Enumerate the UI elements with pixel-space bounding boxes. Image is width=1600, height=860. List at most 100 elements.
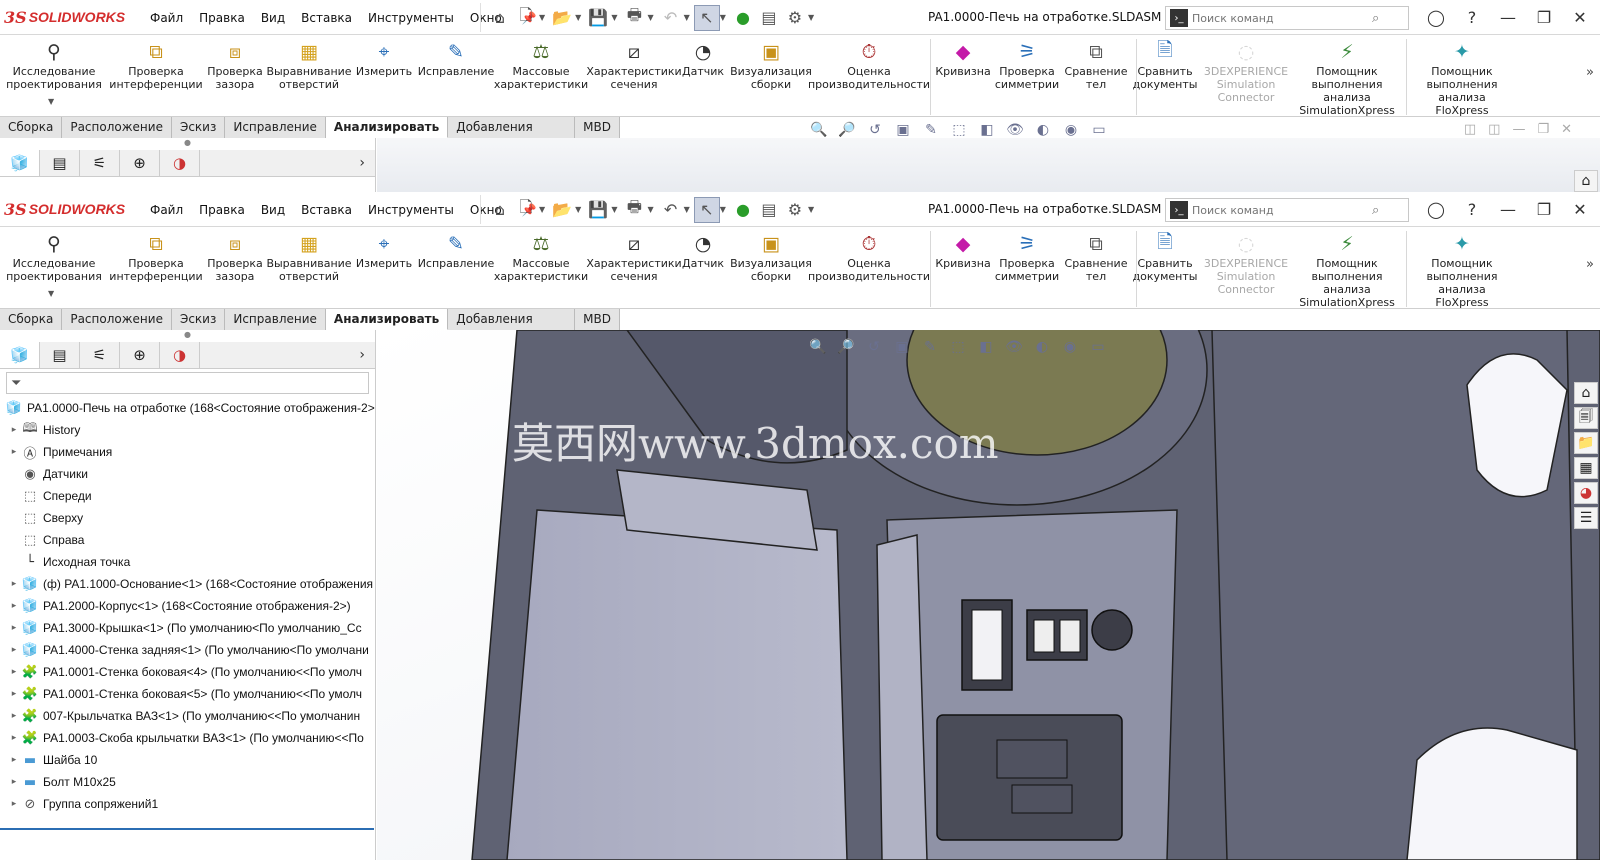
expand-arrow-icon[interactable]: ▸ xyxy=(8,667,20,677)
minimize-icon[interactable]: — xyxy=(1490,200,1526,219)
help-icon[interactable]: ? xyxy=(1454,200,1490,219)
tree-item[interactable]: ▸ 🧩 PA1.0001-Стенка боковая<5> (По умолчан… xyxy=(4,683,375,705)
ribbon-overflow-icon[interactable]: » xyxy=(1586,65,1594,80)
section-view-icon[interactable]: ▣ xyxy=(891,338,913,356)
file-properties-icon[interactable]: ▤ xyxy=(756,197,782,223)
zoom-fit-icon[interactable]: 🔍 xyxy=(808,121,830,139)
menu-insert[interactable]: Вставка xyxy=(293,11,360,25)
print-icon[interactable]: 🖶 xyxy=(621,5,647,31)
minimize-icon[interactable]: — xyxy=(1490,8,1526,27)
tree-item[interactable]: ▸ ▬ Шайба 10 xyxy=(4,749,375,771)
menu-tools[interactable]: Инструменты xyxy=(360,203,462,217)
close-icon[interactable]: ✕ xyxy=(1562,200,1598,219)
tab-3[interactable]: Исправление xyxy=(225,117,326,138)
options-icon[interactable]: ⚙ xyxy=(782,5,808,31)
ribbon-button-performance[interactable]: ⏱ Оценка производительности xyxy=(808,39,930,91)
menu-view[interactable]: Вид xyxy=(253,203,293,217)
dimxpert-tab-icon[interactable]: ⊕ xyxy=(120,150,160,176)
tree-item[interactable]: ▸ ▬ Болт М10х25 xyxy=(4,771,375,793)
chevron-down-icon[interactable]: ▼ xyxy=(720,205,726,214)
home-icon[interactable]: ⌂ xyxy=(487,197,513,223)
tree-item[interactable]: ▸ 🧩 PA1.0003-Скоба крыльчатки ВАЗ<1> (По у… xyxy=(4,727,375,749)
select-icon[interactable]: ↖ xyxy=(693,4,720,31)
configuration-tab-icon[interactable]: ⚟ xyxy=(80,150,120,176)
chevron-down-icon[interactable]: ▼ xyxy=(539,13,545,22)
tab-4[interactable]: Анализировать xyxy=(325,309,449,330)
feature-tree-tab-icon[interactable]: 🧊 xyxy=(0,150,40,176)
ribbon-button-fix[interactable]: ✎ Исправление xyxy=(418,39,495,78)
ribbon-button-fix[interactable]: ✎ Исправление xyxy=(418,231,495,270)
expand-arrow-icon[interactable]: ▸ xyxy=(8,579,20,589)
tree-item[interactable]: ▸ 🧩 PA1.0001-Стенка боковая<4> (По умолчан… xyxy=(4,661,375,683)
view-orientation-icon[interactable]: ⬚ xyxy=(948,121,970,139)
menu-edit[interactable]: Правка xyxy=(191,11,253,25)
dynamic-annotation-icon[interactable]: ✎ xyxy=(920,121,942,139)
chevron-right-icon[interactable]: › xyxy=(359,347,365,363)
tab-0[interactable]: Сборка xyxy=(0,309,63,330)
help-icon[interactable]: ? xyxy=(1454,8,1490,27)
expand-arrow-icon[interactable]: ▸ xyxy=(8,777,20,787)
chevron-down-icon[interactable]: ▼ xyxy=(539,205,545,214)
appearance-icon[interactable]: ◐ xyxy=(1031,338,1053,356)
chevron-down-icon[interactable]: ▼ xyxy=(808,13,814,22)
tree-item[interactable]: ⬚ Справа xyxy=(4,529,375,551)
chevron-down-icon[interactable]: ▼ xyxy=(48,289,54,298)
grip-icon[interactable]: ● xyxy=(0,330,375,342)
view-settings-icon[interactable]: ▭ xyxy=(1088,121,1110,139)
search-input[interactable] xyxy=(1192,11,1372,25)
undo-icon[interactable]: ↶ xyxy=(658,5,684,31)
zoom-area-icon[interactable]: 🔎 xyxy=(836,121,858,139)
ribbon-button-sensor[interactable]: ◔ Датчик xyxy=(682,231,724,270)
tree-item[interactable]: ⬚ Спереди xyxy=(4,485,375,507)
close-icon[interactable]: ✕ xyxy=(1562,8,1598,27)
tree-item[interactable]: ▸ 🧊 (ф) PA1.1000-Основание<1> (168<Состоян… xyxy=(4,573,375,595)
ribbon-button-3dx[interactable]: ◌ 3DEXPERIENCE Simulation Connector xyxy=(1204,39,1288,104)
tree-item[interactable]: ▸ 🧊 PA1.2000-Корпус<1> (168<Состояние отоб… xyxy=(4,595,375,617)
ribbon-button-mass[interactable]: ⚖ Массовые характеристики xyxy=(494,39,588,91)
previous-view-icon[interactable]: ↺ xyxy=(863,338,885,356)
tree-item[interactable]: ▸ 🧩 007-Крыльчатка ВАЗ<1> (По умолчанию<<П… xyxy=(4,705,375,727)
configuration-tab-icon[interactable]: ⚟ xyxy=(80,342,120,368)
ribbon-button-hole-align[interactable]: ▦ Выравнивание отверстий xyxy=(266,231,351,283)
expand-arrow-icon[interactable]: ▸ xyxy=(8,645,20,655)
command-search[interactable]: ›_ ⌕ xyxy=(1165,6,1409,30)
hide-show-icon[interactable]: 👁 xyxy=(1003,338,1025,356)
rebuild-icon[interactable]: ● xyxy=(730,5,756,31)
tab-5[interactable]: Добавления SOLIDWORKS xyxy=(448,117,576,154)
ribbon-button-symmetry[interactable]: ⚞ Проверка симметрии xyxy=(995,39,1059,91)
display-style-icon[interactable]: ◧ xyxy=(975,338,997,356)
open-icon[interactable]: 📂 xyxy=(549,197,575,223)
menu-file[interactable]: Файл xyxy=(142,11,191,25)
hide-show-icon[interactable]: 👁 xyxy=(1004,121,1026,139)
view-palette-icon[interactable]: ▦ xyxy=(1574,457,1598,479)
rebuild-icon[interactable]: ● xyxy=(730,197,756,223)
menu-insert[interactable]: Вставка xyxy=(293,203,360,217)
display-manager-tab-icon[interactable]: ◑ xyxy=(160,342,200,368)
menu-tools[interactable]: Инструменты xyxy=(360,11,462,25)
ribbon-button-mass[interactable]: ⚖ Массовые характеристики xyxy=(494,231,588,283)
chevron-down-icon[interactable]: ▼ xyxy=(720,13,726,22)
appearance-icon[interactable]: ◐ xyxy=(1032,121,1054,139)
tree-item[interactable]: └ Исходная точка xyxy=(4,551,375,573)
chevron-down-icon[interactable]: ▼ xyxy=(575,13,581,22)
ribbon-button-compare-bodies[interactable]: ⧉ Сравнение тел xyxy=(1065,231,1128,283)
print-icon[interactable]: 🖶 xyxy=(621,197,647,223)
tab-6[interactable]: MBD xyxy=(575,309,620,330)
ribbon-button-simxpress[interactable]: ⚡ Помощник выполнения анализа SimulationX… xyxy=(1288,39,1406,117)
view-orientation-icon[interactable]: ⬚ xyxy=(947,338,969,356)
appearances-icon[interactable]: ◕ xyxy=(1574,482,1598,504)
ribbon-button-clearance[interactable]: ⧈ Проверка зазора xyxy=(205,39,265,91)
tab-1[interactable]: Расположение xyxy=(62,309,172,330)
viewport-top[interactable]: ⌂ xyxy=(377,138,1600,192)
expand-arrow-icon[interactable]: ▸ xyxy=(8,755,20,765)
restore-icon[interactable]: ❐ xyxy=(1526,200,1562,219)
tree-item[interactable]: ▸ Ⓐ Примечания xyxy=(4,441,375,463)
ribbon-button-measure[interactable]: ⌖ Измерить xyxy=(356,231,412,270)
open-icon[interactable]: 📂 xyxy=(549,5,575,31)
ribbon-button-compare-docs[interactable]: 🗎 Сравнить документы xyxy=(1133,39,1198,91)
tree-item[interactable]: ◉ Датчики xyxy=(4,463,375,485)
tile-left-icon[interactable]: ◫ xyxy=(1464,122,1476,137)
ribbon-button-performance[interactable]: ⏱ Оценка производительности xyxy=(808,231,930,283)
undo-icon[interactable]: ↶ xyxy=(658,197,684,223)
tab-3[interactable]: Исправление xyxy=(225,309,326,330)
